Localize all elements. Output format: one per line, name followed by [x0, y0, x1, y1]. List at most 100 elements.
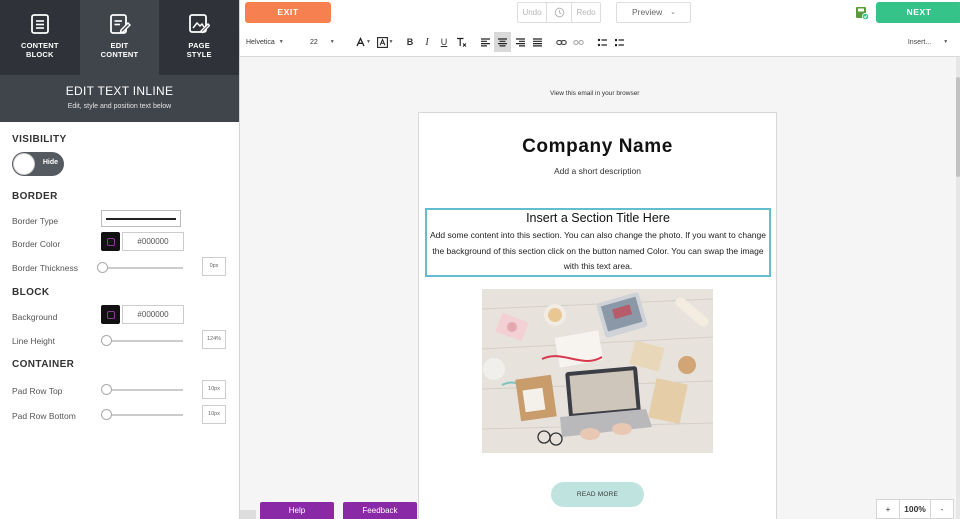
- align-justify-button[interactable]: [529, 32, 545, 52]
- bulleted-list-button[interactable]: [594, 32, 610, 52]
- toggle-knob: [13, 153, 35, 175]
- edit-content-icon: [109, 14, 131, 34]
- line-height-value[interactable]: 124%: [202, 330, 226, 349]
- border-type-select[interactable]: [101, 210, 181, 227]
- content-block-icon: [30, 14, 49, 34]
- read-more-button[interactable]: READ MORE: [551, 482, 644, 507]
- underline-button[interactable]: U: [437, 32, 451, 52]
- tab-page-style-label: PAGE STYLE: [186, 41, 212, 59]
- underline-icon: U: [440, 37, 448, 47]
- workspace-photo: [482, 289, 713, 453]
- line-height-slider[interactable]: [101, 335, 183, 346]
- align-left-icon: [480, 37, 490, 46]
- unlink-icon: [572, 39, 584, 45]
- align-center-button[interactable]: [494, 32, 511, 52]
- zoom-out-button[interactable]: -: [931, 500, 953, 518]
- slider-handle[interactable]: [101, 384, 112, 395]
- border-thickness-slider[interactable]: [97, 262, 183, 273]
- canvas-scrollbar[interactable]: [956, 57, 960, 519]
- undo-button[interactable]: Undo: [518, 3, 547, 22]
- pad-row-top-slider[interactable]: [101, 384, 183, 395]
- border-color-label: Border Color: [12, 239, 61, 249]
- align-right-button[interactable]: [512, 32, 528, 52]
- font-size-select[interactable]: 22 ▼: [310, 32, 338, 52]
- italic-button[interactable]: I: [420, 32, 434, 52]
- hero-image[interactable]: [482, 289, 713, 453]
- chevron-down-icon: ⌄: [670, 9, 676, 16]
- view-in-browser-link[interactable]: View this email in your browser: [550, 90, 639, 97]
- pad-row-bottom-value[interactable]: 10px: [202, 405, 226, 424]
- background-label: Background: [12, 312, 58, 322]
- insert-link-button[interactable]: [553, 32, 569, 52]
- bold-button[interactable]: B: [403, 32, 417, 52]
- preview-label: Preview: [632, 7, 663, 17]
- font-family-select[interactable]: Helvetica ▼: [246, 32, 292, 52]
- border-title: BORDER: [12, 191, 58, 202]
- tab-content-block[interactable]: CONTENT BLOCK: [0, 0, 80, 75]
- chevron-down-icon: ▼: [329, 39, 335, 45]
- slider-handle[interactable]: [101, 335, 112, 346]
- section-body[interactable]: Add some content into this section. You …: [427, 228, 769, 275]
- align-justify-icon: [532, 37, 542, 46]
- pad-row-top-value[interactable]: 10px: [202, 380, 226, 399]
- company-description[interactable]: Add a short description: [419, 166, 776, 176]
- slider-handle[interactable]: [97, 262, 108, 273]
- text-color-icon: [356, 36, 365, 46]
- clear-format-button[interactable]: [454, 32, 468, 52]
- font-size-value: 22: [310, 38, 318, 46]
- scrollbar-thumb[interactable]: [956, 77, 960, 177]
- slider-handle[interactable]: [101, 409, 112, 420]
- bold-icon: B: [406, 37, 414, 47]
- email-canvas: View this email in your browser Company …: [240, 57, 956, 519]
- line-height-label: Line Height: [12, 336, 56, 346]
- border-color-input[interactable]: #000000: [122, 232, 184, 251]
- email-body: Company Name Add a short description Ins…: [418, 112, 777, 519]
- history-button[interactable]: [547, 3, 572, 22]
- text-color-button[interactable]: ▼: [355, 32, 371, 52]
- bulleted-list-icon: [597, 38, 607, 46]
- tab-page-style[interactable]: PAGE STYLE: [159, 0, 239, 75]
- chevron-down-icon: ▼: [943, 39, 949, 45]
- insert-dropdown[interactable]: Insert... ▼: [904, 32, 952, 52]
- toggle-label: Hide: [42, 159, 58, 166]
- border-thickness-value[interactable]: 0px: [202, 257, 226, 276]
- chevron-down-icon: ▼: [278, 39, 284, 45]
- insert-label: Insert...: [907, 38, 932, 46]
- clear-format-icon: [456, 37, 466, 47]
- align-left-button[interactable]: [477, 32, 493, 52]
- text-section-block[interactable]: Insert a Section Title Here Add some con…: [425, 208, 771, 277]
- pad-row-top-label: Pad Row Top: [12, 386, 63, 396]
- saved-status-icon: [856, 7, 869, 20]
- pad-row-bottom-slider[interactable]: [101, 409, 183, 420]
- border-thickness-label: Border Thickness: [12, 263, 78, 273]
- undo-redo-group: Undo Redo: [517, 2, 601, 23]
- background-color-input[interactable]: #000000: [122, 305, 184, 324]
- next-button[interactable]: NEXT: [876, 2, 960, 23]
- panel-resize-handle[interactable]: [240, 510, 256, 519]
- unlink-button[interactable]: [570, 32, 586, 52]
- exit-button[interactable]: EXIT: [245, 2, 331, 23]
- chevron-down-icon: ▼: [366, 39, 371, 45]
- sidebar: CONTENT BLOCK EDIT CONTENT PAGE STYLE ED…: [0, 0, 240, 519]
- border-type-label: Border Type: [12, 216, 59, 226]
- numbered-list-button[interactable]: [611, 32, 627, 52]
- page-style-icon: [189, 14, 211, 34]
- background-color-swatch[interactable]: [101, 305, 120, 324]
- feedback-button[interactable]: Feedback: [343, 502, 417, 519]
- company-name[interactable]: Company Name: [419, 136, 776, 158]
- italic-icon: I: [425, 36, 429, 48]
- format-toolbar: Helvetica ▼ 22 ▼ ▼ ▼ B I U Insert... ▼: [240, 27, 960, 57]
- zoom-level: 100%: [900, 500, 931, 518]
- history-icon: [554, 7, 564, 18]
- highlight-color-button[interactable]: ▼: [376, 32, 394, 52]
- redo-button[interactable]: Redo: [572, 3, 600, 22]
- border-color-swatch[interactable]: [101, 232, 120, 251]
- preview-button[interactable]: Preview ⌄: [616, 2, 691, 23]
- visibility-title: VISIBILITY: [12, 134, 67, 145]
- zoom-in-button[interactable]: +: [877, 500, 900, 518]
- tab-edit-content[interactable]: EDIT CONTENT: [79, 0, 160, 75]
- help-button[interactable]: Help: [260, 502, 334, 519]
- chevron-down-icon: ▼: [388, 39, 394, 45]
- visibility-toggle[interactable]: Hide: [12, 152, 64, 176]
- section-title[interactable]: Insert a Section Title Here: [427, 211, 769, 225]
